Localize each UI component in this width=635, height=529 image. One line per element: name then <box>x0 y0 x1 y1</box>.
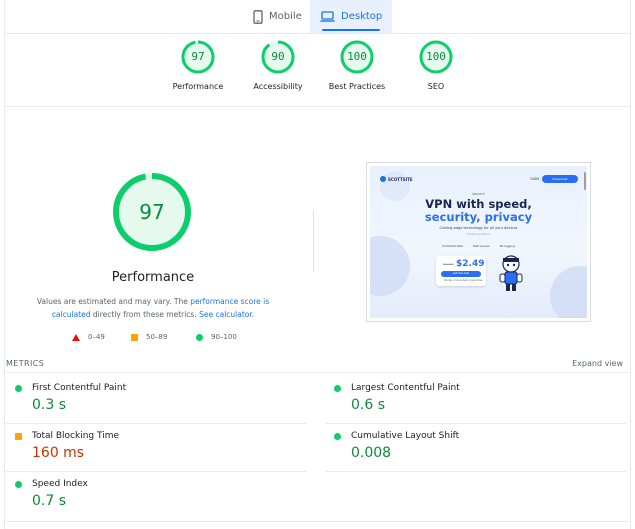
tab-desktop-label: Desktop <box>341 11 383 22</box>
decor-blob <box>550 266 587 318</box>
performance-description: Values are estimated and may vary. The p… <box>18 295 288 321</box>
label-accessibility: Accessibility <box>253 82 303 91</box>
legend-average-range: 50–89 <box>146 333 168 341</box>
legend-pass-range: 90–100 <box>211 333 237 341</box>
score-seo: 100 <box>426 50 446 63</box>
metric-row-divider <box>6 423 306 424</box>
expand-view-button[interactable]: Expand view <box>572 359 623 368</box>
preview-features: Unlimited data Fast servers No logging <box>370 244 587 248</box>
feature-item: No logging <box>499 244 515 248</box>
metrics-header: METRICS <box>6 359 45 368</box>
tab-desktop[interactable]: Desktop <box>310 0 392 33</box>
see-calculator-link[interactable]: See calculator <box>199 310 252 319</box>
metric-name: Largest Contentful Paint <box>351 383 460 393</box>
metric-value: 0.7 s <box>32 493 67 509</box>
gauge-performance: 97 <box>181 40 215 74</box>
headline-line-2: security, privacy <box>424 210 533 224</box>
desc-text-3: . <box>251 310 255 319</box>
preview-guarantee: 30-day money-back guarantee <box>444 279 483 282</box>
performance-title: Performance <box>111 270 195 285</box>
average-square-icon <box>15 433 22 440</box>
circle-icon <box>196 333 203 341</box>
category-seo[interactable]: 100 SEO <box>396 40 476 91</box>
triangle-icon <box>72 333 80 341</box>
label-best-practices: Best Practices <box>328 82 386 91</box>
metric-value: 0.3 s <box>32 397 67 413</box>
label-performance: Performance <box>172 82 224 91</box>
metric-value: 160 ms <box>32 445 85 461</box>
metric-name: Cumulative Layout Shift <box>351 431 460 441</box>
metric-name: Speed Index <box>32 479 88 489</box>
tab-mobile-label: Mobile <box>269 11 302 22</box>
legend-average: 50–89 <box>131 333 167 341</box>
score-accessibility: 90 <box>271 50 285 63</box>
preview-scrollbar <box>584 172 586 190</box>
category-accessibility[interactable]: 90 Accessibility <box>238 40 318 91</box>
gauge-accessibility: 90 <box>261 40 295 74</box>
metric-name: First Contentful Paint <box>32 383 127 393</box>
pass-circle-icon <box>334 385 341 392</box>
category-gauges: 97 Performance 90 Accessibility 100 Best… <box>0 40 635 102</box>
preview-cta: Get this deal <box>441 271 481 277</box>
metric-value: 0.6 s <box>351 397 386 413</box>
feature-item: Unlimited data <box>442 244 463 248</box>
page-screenshot[interactable]: SCOTTSITE SIGN Download PRIVATE VPN with… <box>366 162 591 322</box>
pass-circle-icon <box>334 433 341 440</box>
gauge-best-practices: 100 <box>340 40 374 74</box>
pass-circle-icon <box>15 385 22 392</box>
preview-old-price: $12.99 <box>443 262 454 266</box>
preview-price-card: $12.99 $2.49 Get this deal 30-day money-… <box>436 256 486 286</box>
tabs-divider <box>4 33 631 34</box>
metric-name: Total Blocking Time <box>32 431 120 441</box>
tab-mobile[interactable]: Mobile <box>243 0 313 33</box>
preview-subhead: Cutting-edge technology for all your dev… <box>439 226 518 230</box>
score-performance: 97 <box>191 50 205 63</box>
desc-text-1: Values are estimated and may vary. The <box>36 297 191 306</box>
metric-row-divider <box>6 471 306 472</box>
gauge-seo: 100 <box>419 40 453 74</box>
label-seo: SEO <box>427 82 445 91</box>
smartphone-icon <box>253 9 263 24</box>
legend-fail: 0–49 <box>72 333 105 341</box>
legend-fail-range: 0–49 <box>88 333 105 341</box>
pass-circle-icon <box>15 481 22 488</box>
laptop-icon <box>320 11 335 22</box>
preview-logo: SCOTTSITE <box>380 176 413 182</box>
metrics-divider <box>6 372 629 373</box>
logo-icon <box>380 176 386 182</box>
score-best-practices: 100 <box>347 50 367 63</box>
legend-pass: 90–100 <box>196 333 237 341</box>
preview-price: $2.49 <box>456 259 485 269</box>
performance-score: 97 <box>139 200 165 224</box>
feature-item: Fast servers <box>472 244 490 248</box>
mascot-icon <box>499 255 523 291</box>
preview-headline: VPN with speed, security, privacy <box>370 198 587 224</box>
screenshot-content: SCOTTSITE SIGN Download PRIVATE VPN with… <box>370 166 587 318</box>
performance-gauge: 97 <box>112 172 192 252</box>
device-tabs: Mobile Desktop <box>0 0 635 33</box>
metrics-bottom-divider <box>6 521 629 522</box>
preview-tagline: Trusted by millions <box>466 233 491 236</box>
metric-value: 0.008 <box>351 445 392 461</box>
metric-row-divider <box>326 423 626 424</box>
preview-nav: SIGN <box>530 177 539 181</box>
score-legend: 0–49 50–89 90–100 <box>0 333 306 345</box>
metric-row-divider <box>326 471 626 472</box>
vertical-divider <box>313 210 314 272</box>
category-performance[interactable]: 97 Performance <box>158 40 238 91</box>
categories-divider <box>4 106 631 107</box>
preview-download-button: Download <box>542 175 578 183</box>
category-best-practices[interactable]: 100 Best Practices <box>317 40 397 91</box>
square-icon <box>131 333 138 341</box>
desc-text-2: directly from these metrics. <box>90 310 200 319</box>
preview-eyebrow: PRIVATE <box>472 192 485 196</box>
